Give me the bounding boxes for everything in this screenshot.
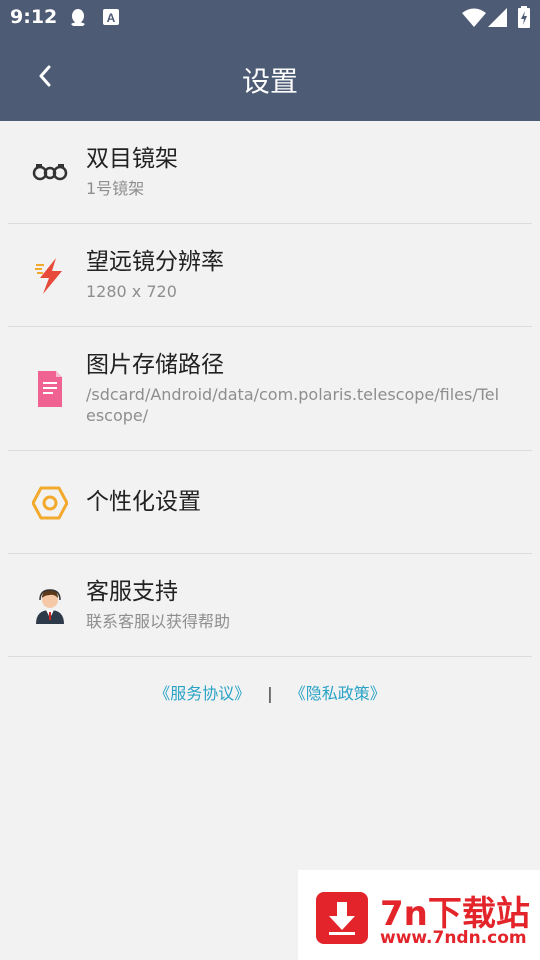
settings-item-title: 图片存储路径 bbox=[86, 352, 224, 378]
settings-item-personalization[interactable]: 个性化设置 bbox=[0, 451, 540, 554]
settings-item-title: 个性化设置 bbox=[86, 489, 201, 515]
settings-item-subtitle: /sdcard/Android/data/com.polaris.telesco… bbox=[86, 385, 500, 425]
page-title: 设置 bbox=[241, 65, 298, 98]
hexagon-settings-icon bbox=[30, 483, 70, 523]
settings-item-subtitle: 1280 x 720 bbox=[86, 282, 177, 301]
qq-icon bbox=[68, 8, 88, 32]
settings-item-customer-service[interactable]: 客服支持 联系客服以获得帮助 bbox=[0, 554, 540, 657]
legal-links: 《服务协议》 | 《隐私政策》 bbox=[0, 680, 540, 704]
settings-list: 双目镜架 1号镜架 望远镜分辨率 1280 x 720 图片存储路径 /sdca… bbox=[0, 121, 540, 657]
settings-item-binocular-frame[interactable]: 双目镜架 1号镜架 bbox=[0, 121, 540, 224]
settings-item-image-path[interactable]: 图片存储路径 /sdcard/Android/data/com.polaris.… bbox=[0, 327, 540, 451]
watermark: 7n下载站 www.7ndn.com bbox=[298, 870, 540, 960]
download-arrow-icon bbox=[316, 892, 368, 944]
binoculars-icon bbox=[30, 152, 70, 192]
a-icon: A bbox=[102, 8, 120, 30]
battery-charging-icon bbox=[518, 6, 530, 32]
customer-service-icon bbox=[30, 585, 70, 625]
signal-icon bbox=[488, 8, 508, 32]
svg-text:A: A bbox=[107, 11, 116, 25]
settings-item-subtitle: 1号镜架 bbox=[86, 179, 145, 198]
link-separator: | bbox=[267, 684, 273, 703]
status-time: 9:12 bbox=[10, 6, 58, 28]
app-bar: 设置 bbox=[0, 36, 540, 121]
watermark-url: www.7ndn.com bbox=[380, 928, 527, 948]
settings-item-subtitle: 联系客服以获得帮助 bbox=[86, 612, 231, 631]
lightning-icon bbox=[30, 256, 70, 296]
status-bar: 9:12 A bbox=[0, 0, 540, 36]
wifi-icon bbox=[462, 8, 486, 32]
service-agreement-link[interactable]: 《服务协议》 bbox=[154, 684, 250, 703]
settings-item-title: 望远镜分辨率 bbox=[86, 249, 224, 275]
settings-item-title: 双目镜架 bbox=[86, 146, 178, 172]
settings-item-title: 客服支持 bbox=[86, 579, 178, 605]
privacy-policy-link[interactable]: 《隐私政策》 bbox=[290, 684, 386, 703]
divider bbox=[8, 656, 532, 657]
settings-item-resolution[interactable]: 望远镜分辨率 1280 x 720 bbox=[0, 224, 540, 327]
document-icon bbox=[30, 369, 70, 409]
